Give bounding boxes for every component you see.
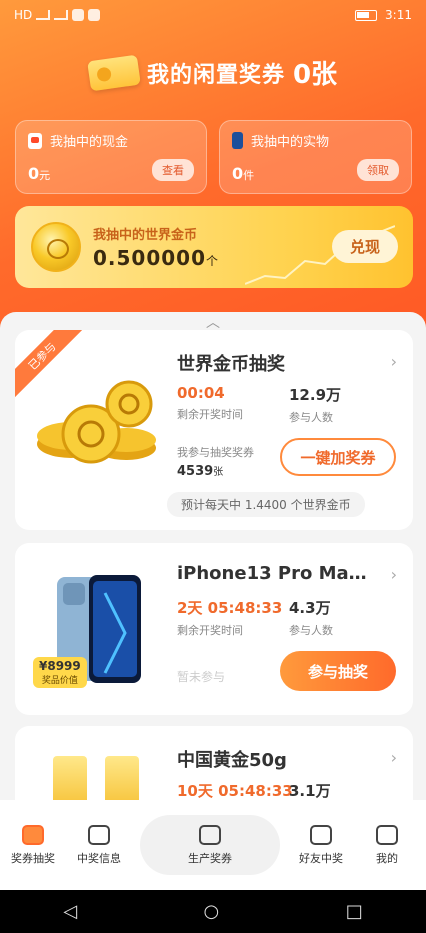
hd-label: HD	[14, 8, 33, 22]
camera-icon	[88, 824, 110, 845]
tab-label: 生产奖券	[188, 852, 232, 865]
cash-unit: 元	[39, 169, 51, 182]
robot-icon	[199, 825, 221, 845]
countdown: 10天 05:48:33	[177, 782, 293, 800]
gold-label: 我抽中的世界金币	[93, 228, 198, 243]
tab-produce-tickets[interactable]: 生产奖券	[140, 815, 280, 875]
price-badge: ¥8999 奖品价值	[33, 657, 87, 688]
wifi-icon	[72, 9, 85, 21]
tab-label: 奖券抽奖	[11, 851, 55, 865]
countdown: 00:04	[177, 384, 225, 402]
item-value: 0	[232, 164, 244, 183]
friends-icon	[310, 824, 332, 845]
tab-winning-info[interactable]: 中奖信息	[66, 824, 132, 866]
join-draw-button[interactable]: 参与抽奖	[280, 651, 396, 691]
profile-icon	[376, 824, 398, 845]
ticket-icon	[87, 54, 141, 91]
bottom-tab-bar: 奖券抽奖 中奖信息 生产奖券 好友中奖 我的	[0, 800, 426, 890]
item-card[interactable]: 我抽中的实物 0件 领取	[219, 120, 412, 194]
tab-label: 中奖信息	[77, 851, 121, 865]
tab-ticket-draw[interactable]: 奖券抽奖	[0, 824, 66, 866]
ticket-count: 0张	[292, 60, 338, 90]
status-bar: HD 3:11	[0, 0, 426, 30]
expected-reward-hint: 预计每天中 1.4400 个世界金币	[167, 492, 365, 517]
gold-coin-icon	[31, 222, 81, 272]
cash-card[interactable]: 我抽中的现金 0元 查看	[15, 120, 207, 194]
signal-icon-2	[54, 10, 69, 20]
countdown-label: 剩余开奖时间	[177, 624, 243, 637]
prize-title: 世界金币抽奖	[177, 354, 285, 375]
gold-unit: 个	[206, 254, 220, 268]
redeem-button[interactable]: 兑现	[331, 230, 398, 263]
participation-status: 暂未参与	[177, 670, 226, 684]
prize-title: 中国黄金50g	[177, 750, 287, 771]
item-label: 我抽中的实物	[251, 135, 330, 150]
clock: 3:11	[385, 8, 412, 22]
prize-title: iPhone13 Pro Max 1...	[177, 563, 377, 584]
chevron-right-icon[interactable]: ›	[391, 352, 397, 371]
countdown-label: 剩余开奖时间	[177, 408, 243, 421]
signal-icon	[36, 10, 51, 20]
add-tickets-button[interactable]: 一键加奖券	[280, 438, 396, 476]
prize-list[interactable]: ︿ 已参与 世界金币抽奖 › 00:04 剩余开奖时间 12.9万 参与人数 我…	[0, 312, 426, 812]
price-value: ¥8999	[39, 659, 81, 673]
prize-card-gold[interactable]: 已参与 世界金币抽奖 › 00:04 剩余开奖时间 12.9万 参与人数 我参与…	[15, 330, 413, 530]
participants: 3.1万	[289, 782, 331, 800]
page-title: 我的闲置奖券 0张	[0, 54, 426, 91]
price-label: 奖品价值	[41, 676, 78, 686]
home-icon[interactable]: ○	[204, 901, 220, 922]
participants-label: 参与人数	[289, 624, 333, 637]
claim-item-button[interactable]: 领取	[357, 159, 399, 181]
cash-value: 0	[28, 164, 40, 183]
countdown: 2天 05:48:33	[177, 599, 283, 617]
my-tickets-value: 4539	[177, 464, 214, 479]
cash-label: 我抽中的现金	[50, 135, 129, 150]
tab-label: 我的	[376, 851, 398, 865]
battery-icon	[355, 9, 378, 21]
back-icon[interactable]: ◁	[63, 901, 77, 922]
tab-friends-winning[interactable]: 好友中奖	[288, 824, 354, 866]
prize-card-iphone[interactable]: ¥8999 奖品价值 iPhone13 Pro Max 1... › 2天 05…	[15, 543, 413, 715]
chevron-up-icon[interactable]: ︿	[186, 312, 240, 331]
my-tickets-label: 我参与抽奖奖券	[177, 446, 254, 459]
tab-label: 好友中奖	[299, 851, 343, 865]
item-unit: 件	[243, 169, 255, 182]
participants-label: 参与人数	[289, 411, 333, 424]
recents-icon[interactable]: □	[346, 901, 363, 922]
red-envelope-icon	[28, 132, 42, 149]
participants: 4.3万	[289, 599, 331, 617]
my-tickets-unit: 张	[213, 467, 224, 478]
view-cash-button[interactable]: 查看	[152, 159, 194, 181]
gold-coins-image	[37, 380, 156, 464]
participants: 12.9万	[289, 386, 342, 404]
gold-value: 0.500000	[93, 246, 207, 270]
phone-icon	[232, 132, 243, 149]
chevron-right-icon[interactable]: ›	[391, 748, 397, 767]
chevron-right-icon[interactable]: ›	[391, 565, 397, 584]
system-nav-bar: ◁ ○ □	[0, 890, 426, 933]
app-icon	[88, 9, 101, 21]
title-label: 我的闲置奖券	[146, 62, 285, 88]
gold-coin-card: 我抽中的世界金币 0.500000个 兑现	[15, 206, 413, 288]
ticket-tab-icon	[22, 824, 44, 845]
tab-mine[interactable]: 我的	[354, 824, 420, 866]
